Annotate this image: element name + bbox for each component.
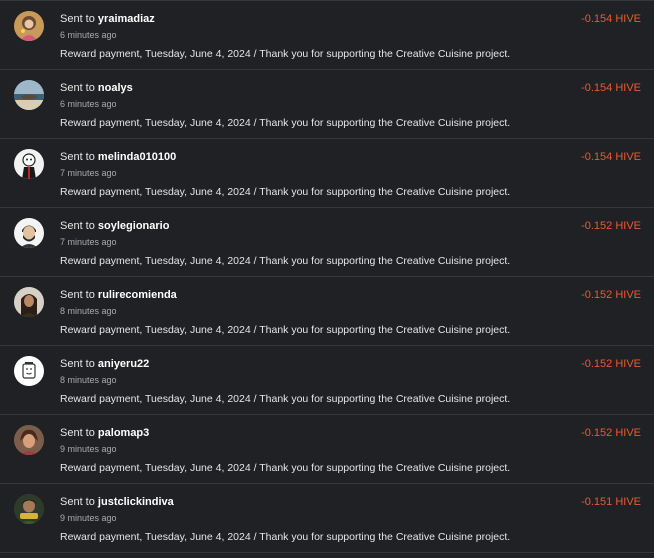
transfer-memo: Reward payment, Tuesday, June 4, 2024 / … bbox=[60, 393, 511, 405]
sent-to-label: Sent to bbox=[60, 289, 95, 301]
transfer-row: Sent to soylegionario 7 minutes ago Rewa… bbox=[0, 208, 654, 277]
transfer-history-list: Sent to yraimadiaz 6 minutes ago Reward … bbox=[0, 0, 654, 558]
transfer-row: Sent to justclickindiva 9 minutes ago Re… bbox=[0, 484, 654, 553]
transfer-recipient-line: Sent to noalys bbox=[60, 81, 133, 95]
transfer-time: 7 minutes ago bbox=[60, 168, 117, 178]
transfer-time: 9 minutes ago bbox=[60, 444, 117, 454]
sent-to-label: Sent to bbox=[60, 13, 95, 25]
sent-to-label: Sent to bbox=[60, 82, 95, 94]
avatar[interactable] bbox=[14, 218, 44, 248]
avatar[interactable] bbox=[14, 80, 44, 110]
transfer-memo: Reward payment, Tuesday, June 4, 2024 / … bbox=[60, 255, 511, 267]
transfer-row: Sent to aniyeru22 8 minutes ago Reward p… bbox=[0, 346, 654, 415]
transfer-time: 9 minutes ago bbox=[60, 513, 117, 523]
recipient-username-link[interactable]: aniyeru22 bbox=[98, 358, 149, 370]
transfer-time: 6 minutes ago bbox=[60, 30, 117, 40]
user-avatar-icon bbox=[14, 149, 44, 179]
transfer-memo: Reward payment, Tuesday, June 4, 2024 / … bbox=[60, 186, 511, 198]
avatar[interactable] bbox=[14, 425, 44, 455]
transfer-row: Sent to melinda010100 7 minutes ago Rewa… bbox=[0, 139, 654, 208]
transfer-amount: -0.154 HIVE bbox=[581, 82, 641, 94]
transfer-amount: -0.151 HIVE bbox=[581, 496, 641, 508]
transfer-time: 6 minutes ago bbox=[60, 99, 117, 109]
avatar[interactable] bbox=[14, 494, 44, 524]
avatar[interactable] bbox=[14, 11, 44, 41]
sent-to-label: Sent to bbox=[60, 220, 95, 232]
recipient-username-link[interactable]: noalys bbox=[98, 82, 133, 94]
transfer-recipient-line: Sent to yraimadiaz bbox=[60, 12, 155, 26]
transfer-amount: -0.152 HIVE bbox=[581, 220, 641, 232]
transfer-row: Sent to palomap3 9 minutes ago Reward pa… bbox=[0, 415, 654, 484]
transfer-memo: Reward payment, Tuesday, June 4, 2024 / … bbox=[60, 462, 511, 474]
transfer-amount: -0.152 HIVE bbox=[581, 289, 641, 301]
user-avatar-icon bbox=[14, 356, 44, 386]
avatar[interactable] bbox=[14, 356, 44, 386]
user-avatar-icon bbox=[14, 425, 44, 455]
avatar[interactable] bbox=[14, 287, 44, 317]
transfer-row: Sent to noalys 6 minutes ago Reward paym… bbox=[0, 70, 654, 139]
transfer-amount: -0.154 HIVE bbox=[581, 151, 641, 163]
transfer-time: 7 minutes ago bbox=[60, 237, 117, 247]
sent-to-label: Sent to bbox=[60, 358, 95, 370]
transfer-memo: Reward payment, Tuesday, June 4, 2024 / … bbox=[60, 48, 511, 60]
user-avatar-icon bbox=[14, 218, 44, 248]
transfer-row: Sent to yraimadiaz 6 minutes ago Reward … bbox=[0, 1, 654, 70]
transfer-recipient-line: Sent to soylegionario bbox=[60, 219, 169, 233]
recipient-username-link[interactable]: yraimadiaz bbox=[98, 13, 155, 25]
sent-to-label: Sent to bbox=[60, 151, 95, 163]
recipient-username-link[interactable]: melinda010100 bbox=[98, 151, 176, 163]
transfer-memo: Reward payment, Tuesday, June 4, 2024 / … bbox=[60, 324, 511, 336]
transfer-amount: -0.154 HIVE bbox=[581, 13, 641, 25]
user-avatar-icon bbox=[14, 494, 44, 524]
transfer-memo: Reward payment, Tuesday, June 4, 2024 / … bbox=[60, 117, 511, 129]
sent-to-label: Sent to bbox=[60, 496, 95, 508]
transfer-recipient-line: Sent to palomap3 bbox=[60, 426, 149, 440]
recipient-username-link[interactable]: rulirecomienda bbox=[98, 289, 177, 301]
user-avatar-icon bbox=[14, 80, 44, 110]
transfer-time: 8 minutes ago bbox=[60, 306, 117, 316]
recipient-username-link[interactable]: palomap3 bbox=[98, 427, 149, 439]
transfer-recipient-line: Sent to justclickindiva bbox=[60, 495, 174, 509]
transfer-time: 8 minutes ago bbox=[60, 375, 117, 385]
sent-to-label: Sent to bbox=[60, 427, 95, 439]
transfer-recipient-line: Sent to rulirecomienda bbox=[60, 288, 177, 302]
transfer-amount: -0.152 HIVE bbox=[581, 427, 641, 439]
user-avatar-icon bbox=[14, 11, 44, 41]
user-avatar-icon bbox=[14, 287, 44, 317]
transfer-memo: Reward payment, Tuesday, June 4, 2024 / … bbox=[60, 531, 511, 543]
recipient-username-link[interactable]: justclickindiva bbox=[98, 496, 174, 508]
transfer-recipient-line: Sent to aniyeru22 bbox=[60, 357, 149, 371]
transfer-amount: -0.152 HIVE bbox=[581, 358, 641, 370]
recipient-username-link[interactable]: soylegionario bbox=[98, 220, 170, 232]
avatar[interactable] bbox=[14, 149, 44, 179]
transfer-row: Sent to rulirecomienda 8 minutes ago Rew… bbox=[0, 277, 654, 346]
transfer-recipient-line: Sent to melinda010100 bbox=[60, 150, 176, 164]
